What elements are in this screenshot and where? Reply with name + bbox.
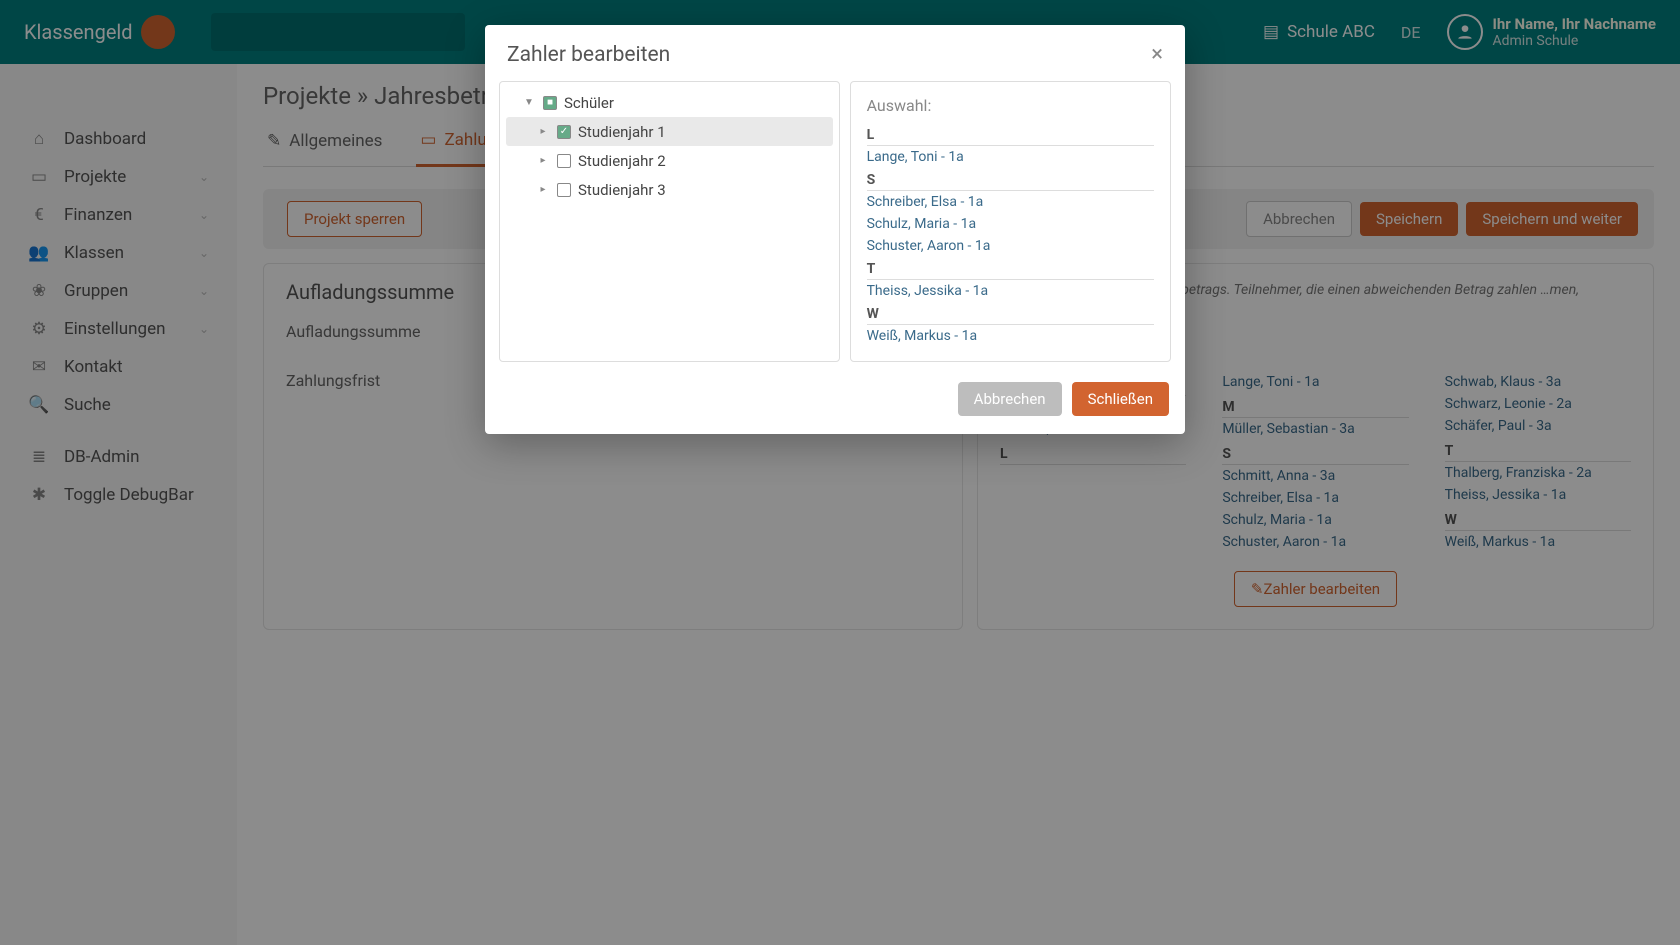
checkbox-icon[interactable]: ■ xyxy=(543,96,557,110)
tree-node[interactable]: ▸ Studienjahr 3 xyxy=(506,175,833,204)
selection-group-header: S xyxy=(867,172,1154,191)
selection-group-header: T xyxy=(867,261,1154,280)
modal-edit-payers: Zahler bearbeiten × ▼ ■ Schüler ▸ ✓ Studienja… xyxy=(485,25,1185,434)
tree-twisty-icon[interactable]: ▸ xyxy=(536,184,550,195)
selection-group-header: W xyxy=(867,306,1154,325)
modal-title: Zahler bearbeiten xyxy=(507,43,670,67)
selection-group-header: L xyxy=(867,127,1154,146)
tree-twisty-icon[interactable]: ▼ xyxy=(522,97,536,108)
selection-item[interactable]: Weiß, Markus - 1a xyxy=(867,325,1154,347)
tree-panel: ▼ ■ Schüler ▸ ✓ Studienjahr 1 ▸ Studienjahr 2 ▸ S… xyxy=(499,81,840,362)
selection-item[interactable]: Schreiber, Elsa - 1a xyxy=(867,191,1154,213)
checkbox-icon[interactable] xyxy=(557,183,571,197)
tree-label: Schüler xyxy=(564,94,614,112)
selection-item[interactable]: Schulz, Maria - 1a xyxy=(867,213,1154,235)
tree-twisty-icon[interactable]: ▸ xyxy=(536,126,550,137)
tree-node[interactable]: ▸ Studienjahr 2 xyxy=(506,146,833,175)
selection-item[interactable]: Schuster, Aaron - 1a xyxy=(867,235,1154,257)
selection-item[interactable]: Theiss, Jessika - 1a xyxy=(867,280,1154,302)
checkbox-icon[interactable] xyxy=(557,154,571,168)
tree-label: Studienjahr 2 xyxy=(578,152,666,170)
tree-node[interactable]: ▸ ✓ Studienjahr 1 xyxy=(506,117,833,146)
modal-cancel-button[interactable]: Abbrechen xyxy=(958,382,1062,416)
checkbox-icon[interactable]: ✓ xyxy=(557,125,571,139)
modal-close-icon[interactable]: × xyxy=(1151,44,1163,66)
tree-twisty-icon[interactable]: ▸ xyxy=(536,155,550,166)
selection-heading: Auswahl: xyxy=(851,82,1170,123)
tree-label: Studienjahr 1 xyxy=(578,123,666,141)
selection-panel: Auswahl: LLange, Toni - 1a SSchreiber, El… xyxy=(850,81,1171,362)
modal-close-button[interactable]: Schließen xyxy=(1072,382,1169,416)
selection-item[interactable]: Lange, Toni - 1a xyxy=(867,146,1154,168)
tree-label: Studienjahr 3 xyxy=(578,181,666,199)
tree-node[interactable]: ▼ ■ Schüler xyxy=(506,88,833,117)
